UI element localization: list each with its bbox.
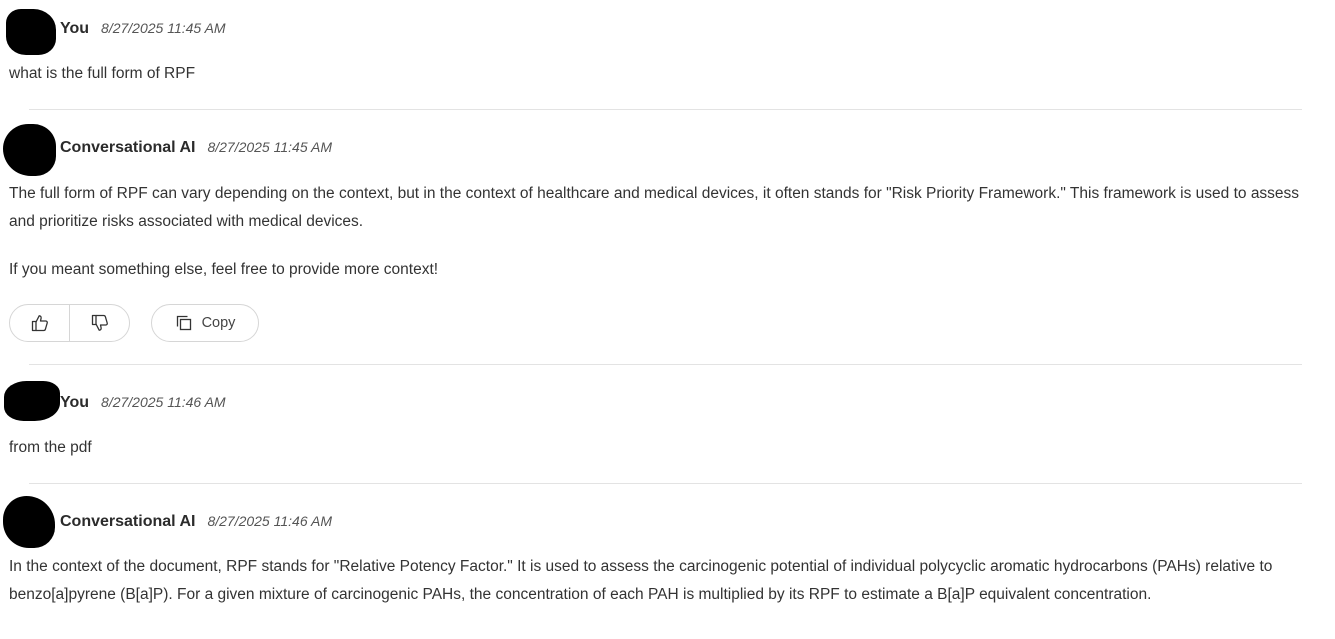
message-actions: Copy xyxy=(9,304,259,342)
message-timestamp: 8/27/2025 11:46 AM xyxy=(101,394,226,410)
message-paragraph: what is the full form of RPF xyxy=(9,65,196,82)
copy-icon xyxy=(175,314,193,332)
message-divider xyxy=(29,364,1302,365)
message-paragraph: If you meant something else, feel free t… xyxy=(9,261,439,278)
message-body: The full form of RPF can vary depending … xyxy=(9,180,1319,284)
chat-transcript: You 8/27/2025 11:45 AM what is the full … xyxy=(0,0,1335,639)
message-header: You 8/27/2025 11:46 AM xyxy=(60,394,226,412)
thumbs-down-icon xyxy=(91,314,108,331)
user-avatar xyxy=(4,381,60,421)
user-avatar xyxy=(6,9,56,55)
message-author: Conversational AI xyxy=(60,513,196,530)
message-header: Conversational AI 8/27/2025 11:46 AM xyxy=(60,513,332,531)
assistant-avatar xyxy=(3,124,56,176)
message-timestamp: 8/27/2025 11:46 AM xyxy=(207,513,332,529)
message-body: from the pdf xyxy=(9,434,1319,462)
thumbs-down-button[interactable] xyxy=(69,305,129,341)
message-divider xyxy=(29,109,1302,110)
message-header: You 8/27/2025 11:45 AM xyxy=(60,20,226,38)
thumbs-up-icon xyxy=(31,315,48,332)
message-timestamp: 8/27/2025 11:45 AM xyxy=(101,20,226,36)
copy-button[interactable]: Copy xyxy=(151,304,259,342)
message-header: Conversational AI 8/27/2025 11:45 AM xyxy=(60,139,332,157)
message-author: Conversational AI xyxy=(60,139,196,156)
message-timestamp: 8/27/2025 11:45 AM xyxy=(207,139,332,155)
feedback-group xyxy=(9,304,130,342)
message-author: You xyxy=(60,20,90,37)
message-paragraph: from the pdf xyxy=(9,439,92,456)
thumbs-up-button[interactable] xyxy=(10,305,69,341)
message-divider xyxy=(29,483,1302,484)
message-author: You xyxy=(60,394,90,411)
message-paragraph: The full form of RPF can vary depending … xyxy=(9,185,1300,230)
message-body: In the context of the document, RPF stan… xyxy=(9,553,1319,609)
message-body: what is the full form of RPF xyxy=(9,60,1319,88)
copy-label: Copy xyxy=(201,315,236,331)
message-paragraph: In the context of the document, RPF stan… xyxy=(9,558,1273,603)
assistant-avatar xyxy=(3,496,55,548)
